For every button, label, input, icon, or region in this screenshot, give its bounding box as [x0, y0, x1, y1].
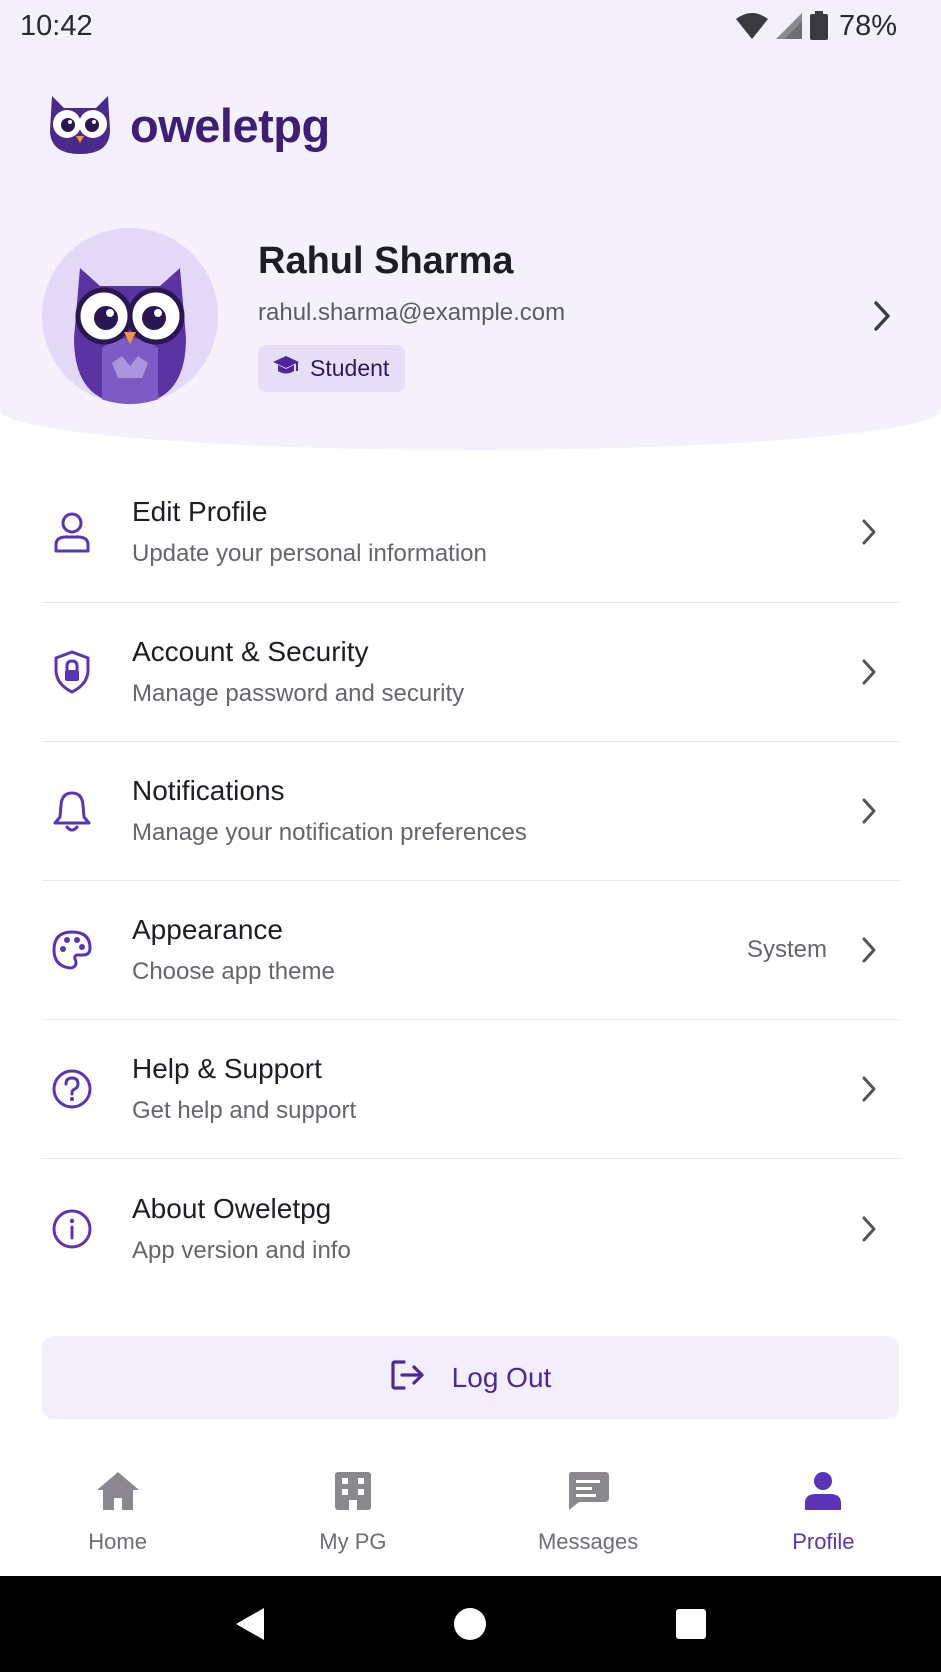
person-filled-icon — [802, 1470, 844, 1517]
menu-item-account-security[interactable]: Account & Security Manage password and s… — [42, 603, 899, 742]
menu-item-title: Notifications — [132, 775, 285, 806]
menu-item-appearance[interactable]: Appearance Choose app theme System — [42, 881, 899, 1020]
nav-profile-label: Profile — [792, 1529, 855, 1554]
nav-messages-label: Messages — [537, 1529, 639, 1554]
menu-item-title: Edit Profile — [132, 496, 268, 527]
nav-profile[interactable]: Profile — [706, 1448, 941, 1555]
menu-item-text: Notifications Manage your notification p… — [132, 775, 849, 847]
battery-percentage: 78% — [838, 9, 897, 42]
owl-avatar — [42, 228, 218, 404]
message-icon — [565, 1470, 611, 1517]
logout-label: Log Out — [451, 1361, 552, 1393]
menu-item-title: About Oweletpg — [132, 1192, 332, 1224]
nav-my-pg-label: My PG — [319, 1529, 387, 1554]
menu-item-subtitle: Manage password and security — [132, 680, 465, 707]
menu-item-text: Edit Profile Update your personal inform… — [132, 496, 849, 568]
menu-item-subtitle: App version and info — [132, 1236, 351, 1264]
menu-item-text: Appearance Choose app theme — [132, 914, 747, 986]
signal-icon — [775, 12, 803, 40]
person-icon — [44, 511, 100, 553]
profile-email: rahul.sharma@example.com — [258, 299, 566, 326]
chevron-right-icon — [849, 936, 889, 964]
status-icons: 78% — [735, 10, 897, 43]
menu-item-title: Appearance — [132, 914, 284, 945]
chevron-right-icon — [849, 518, 889, 546]
wifi-icon — [735, 12, 769, 40]
back-icon[interactable] — [220, 1594, 280, 1654]
help-circle-icon — [44, 1068, 100, 1110]
graduation-cap-icon — [272, 355, 300, 382]
shield-lock-icon — [44, 650, 100, 694]
owl-logo-icon — [44, 90, 116, 161]
info-circle-icon — [44, 1208, 100, 1250]
logout-button[interactable]: Log Out — [42, 1336, 899, 1419]
settings-menu: Edit Profile Update your personal inform… — [42, 462, 899, 1298]
bell-icon — [44, 789, 100, 833]
nav-my-pg[interactable]: My PG — [235, 1448, 470, 1555]
nav-messages[interactable]: Messages — [471, 1448, 706, 1555]
menu-item-text: Account & Security Manage password and s… — [132, 636, 849, 708]
brand-name: oweletpg — [130, 98, 330, 152]
nav-home-label: Home — [88, 1529, 147, 1554]
menu-item-about[interactable]: About Oweletpg App version and info — [42, 1159, 899, 1298]
menu-item-notifications[interactable]: Notifications Manage your notification p… — [42, 742, 899, 881]
chevron-right-icon — [849, 1075, 889, 1103]
status-bar: 10:42 78% — [0, 0, 941, 52]
appearance-current-value: System — [746, 936, 827, 963]
chevron-right-icon — [862, 300, 902, 332]
building-icon — [333, 1470, 373, 1517]
menu-item-subtitle: Update your personal information — [132, 540, 487, 567]
battery-icon — [809, 11, 829, 41]
nav-home[interactable]: Home — [0, 1448, 235, 1555]
palette-icon — [44, 929, 100, 971]
menu-item-edit-profile[interactable]: Edit Profile Update your personal inform… — [42, 462, 899, 603]
profile-info: Rahul Sharma rahul.sharma@example.com St… — [258, 240, 862, 392]
system-navigation-bar — [0, 1576, 941, 1672]
chevron-right-icon — [849, 797, 889, 825]
menu-item-subtitle: Manage your notification preferences — [132, 819, 527, 846]
menu-item-subtitle: Get help and support — [132, 1097, 357, 1124]
menu-item-title: Help & Support — [132, 1053, 322, 1084]
profile-card[interactable]: Rahul Sharma rahul.sharma@example.com St… — [42, 226, 902, 406]
chevron-right-icon — [849, 1215, 889, 1243]
logout-icon — [390, 1359, 426, 1396]
menu-item-title: Account & Security — [132, 636, 369, 667]
bottom-navigation: Home My PG Messages Profile — [0, 1448, 941, 1576]
status-time: 10:42 — [20, 9, 93, 42]
recents-icon[interactable] — [661, 1594, 721, 1654]
menu-item-subtitle: Choose app theme — [132, 958, 335, 985]
role-badge: Student — [258, 345, 406, 392]
role-label: Student — [310, 355, 390, 381]
menu-item-text: About Oweletpg App version and info — [132, 1193, 849, 1265]
home-circle-icon[interactable] — [440, 1594, 500, 1654]
profile-name: Rahul Sharma — [258, 240, 514, 282]
menu-item-help-support[interactable]: Help & Support Get help and support — [42, 1020, 899, 1159]
brand-header: oweletpg — [44, 90, 330, 160]
menu-item-text: Help & Support Get help and support — [132, 1053, 849, 1125]
chevron-right-icon — [849, 658, 889, 686]
home-icon — [95, 1470, 141, 1517]
